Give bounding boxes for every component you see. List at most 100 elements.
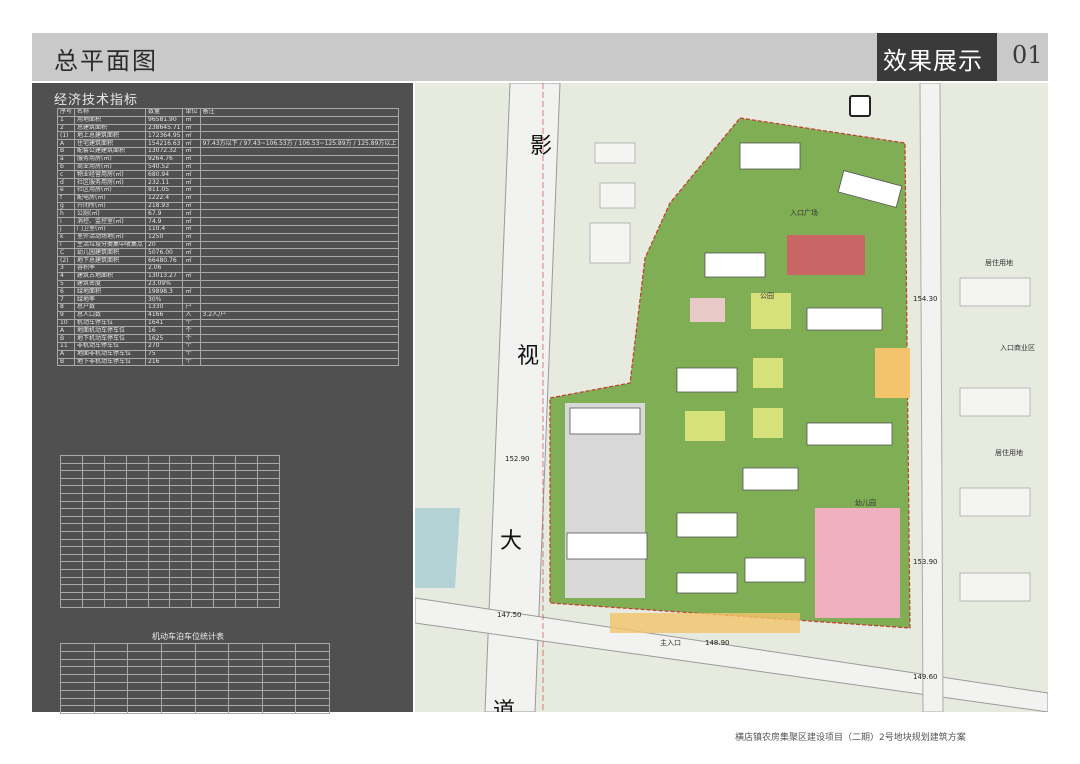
elevation-6: 153.90 bbox=[913, 558, 938, 566]
table-cell bbox=[213, 523, 237, 532]
plan-label-2: 居住用地 bbox=[985, 259, 1013, 267]
table-cell bbox=[103, 599, 127, 608]
table-cell: ㎡ bbox=[182, 287, 201, 297]
table-cell bbox=[125, 530, 149, 540]
table-cell: h bbox=[56, 209, 76, 219]
table-row bbox=[60, 455, 280, 464]
table-cell bbox=[93, 666, 129, 676]
table-cell bbox=[103, 568, 127, 578]
table-row bbox=[60, 553, 280, 563]
table-cell bbox=[194, 658, 230, 668]
table-cell bbox=[125, 492, 149, 502]
table-cell: 地面机动车停车位 bbox=[74, 326, 147, 336]
column-header: 名称 bbox=[74, 108, 147, 117]
table-cell bbox=[60, 477, 83, 487]
table-cell: f bbox=[56, 193, 76, 203]
table-cell bbox=[257, 470, 280, 479]
table-cell: 67.9 bbox=[145, 209, 184, 219]
table-cell bbox=[235, 546, 259, 555]
table-cell: 9264.76 bbox=[145, 154, 184, 164]
table-cell: 个 bbox=[182, 341, 201, 351]
table-cell: j bbox=[56, 224, 76, 234]
table-cell bbox=[191, 584, 215, 593]
table-cell bbox=[182, 279, 201, 289]
table-cell bbox=[147, 470, 171, 479]
table-cell bbox=[81, 530, 105, 540]
table-cell bbox=[160, 705, 196, 715]
table-cell bbox=[147, 500, 171, 510]
table-cell bbox=[125, 508, 149, 517]
table-cell bbox=[160, 681, 196, 691]
table-row bbox=[60, 470, 280, 479]
table-cell bbox=[257, 462, 280, 472]
table-cell bbox=[228, 666, 263, 676]
table-cell: 总人口数 bbox=[74, 310, 147, 320]
table-cell bbox=[125, 568, 149, 578]
table-cell: 97.43方以下 / 97.43~106.53方 / 106.53~125.89… bbox=[199, 139, 400, 148]
table-cell bbox=[295, 689, 330, 699]
table-cell bbox=[191, 553, 215, 563]
table-cell bbox=[81, 538, 105, 548]
table-cell bbox=[194, 643, 230, 652]
table-cell bbox=[235, 584, 259, 593]
table-row: C 幼儿园建筑面积 5076.00 ㎡ bbox=[56, 248, 400, 258]
table-cell bbox=[213, 515, 237, 525]
table-cell bbox=[103, 538, 127, 548]
table-cell bbox=[182, 263, 201, 273]
table-cell: 配套公建建筑面积 bbox=[74, 146, 147, 156]
table-cell bbox=[125, 538, 149, 548]
table-cell bbox=[235, 591, 259, 601]
table-cell bbox=[125, 500, 149, 510]
table-cell bbox=[160, 643, 196, 652]
table-cell bbox=[191, 546, 215, 555]
table-cell bbox=[191, 477, 215, 487]
table-cell bbox=[213, 553, 237, 563]
table-cell bbox=[235, 576, 259, 586]
table-cell: 3 bbox=[56, 263, 76, 273]
table-cell: ㎡ bbox=[182, 115, 201, 125]
table-cell bbox=[103, 470, 127, 479]
table-cell bbox=[213, 591, 237, 601]
table-cell bbox=[60, 553, 83, 563]
table-cell bbox=[125, 485, 149, 494]
table-cell: A bbox=[56, 139, 76, 148]
table-cell bbox=[60, 650, 95, 660]
plan-label-3: 入口商业区 bbox=[1000, 344, 1035, 352]
table-cell bbox=[81, 561, 105, 570]
table-cell bbox=[60, 584, 83, 593]
table-cell bbox=[261, 681, 297, 691]
table-cell: ㎡ bbox=[182, 232, 201, 242]
table-cell bbox=[60, 538, 83, 548]
table-cell bbox=[169, 553, 193, 563]
table-cell bbox=[103, 530, 127, 540]
table-cell bbox=[147, 508, 171, 517]
table-cell bbox=[169, 584, 193, 593]
table-cell bbox=[235, 508, 259, 517]
table-cell bbox=[191, 523, 215, 532]
table-cell bbox=[125, 523, 149, 532]
table-cell: ㎡ bbox=[182, 123, 201, 133]
table-cell bbox=[257, 508, 280, 517]
table-cell bbox=[160, 689, 196, 699]
table-cell: 216 bbox=[145, 357, 184, 367]
table-cell bbox=[81, 470, 105, 479]
table-cell bbox=[93, 681, 129, 691]
table-row bbox=[60, 689, 330, 699]
table-cell bbox=[60, 523, 83, 532]
table-cell bbox=[295, 705, 330, 715]
table-cell: ㎡ bbox=[182, 170, 201, 180]
table-cell bbox=[295, 697, 330, 707]
table-cell: 地下机动车停车位 bbox=[74, 334, 147, 343]
table-cell: C bbox=[56, 248, 76, 258]
table-cell bbox=[191, 576, 215, 586]
table-cell: A bbox=[56, 326, 76, 336]
table-cell: g bbox=[56, 201, 76, 211]
table-cell: ㎡ bbox=[182, 209, 201, 219]
table-row bbox=[60, 584, 280, 593]
table-cell bbox=[125, 462, 149, 472]
table-cell bbox=[93, 705, 129, 715]
table-cell: 2.06 bbox=[145, 263, 184, 273]
table-cell bbox=[199, 302, 400, 312]
table-cell bbox=[194, 650, 230, 660]
column-header: 序号 bbox=[56, 108, 76, 117]
